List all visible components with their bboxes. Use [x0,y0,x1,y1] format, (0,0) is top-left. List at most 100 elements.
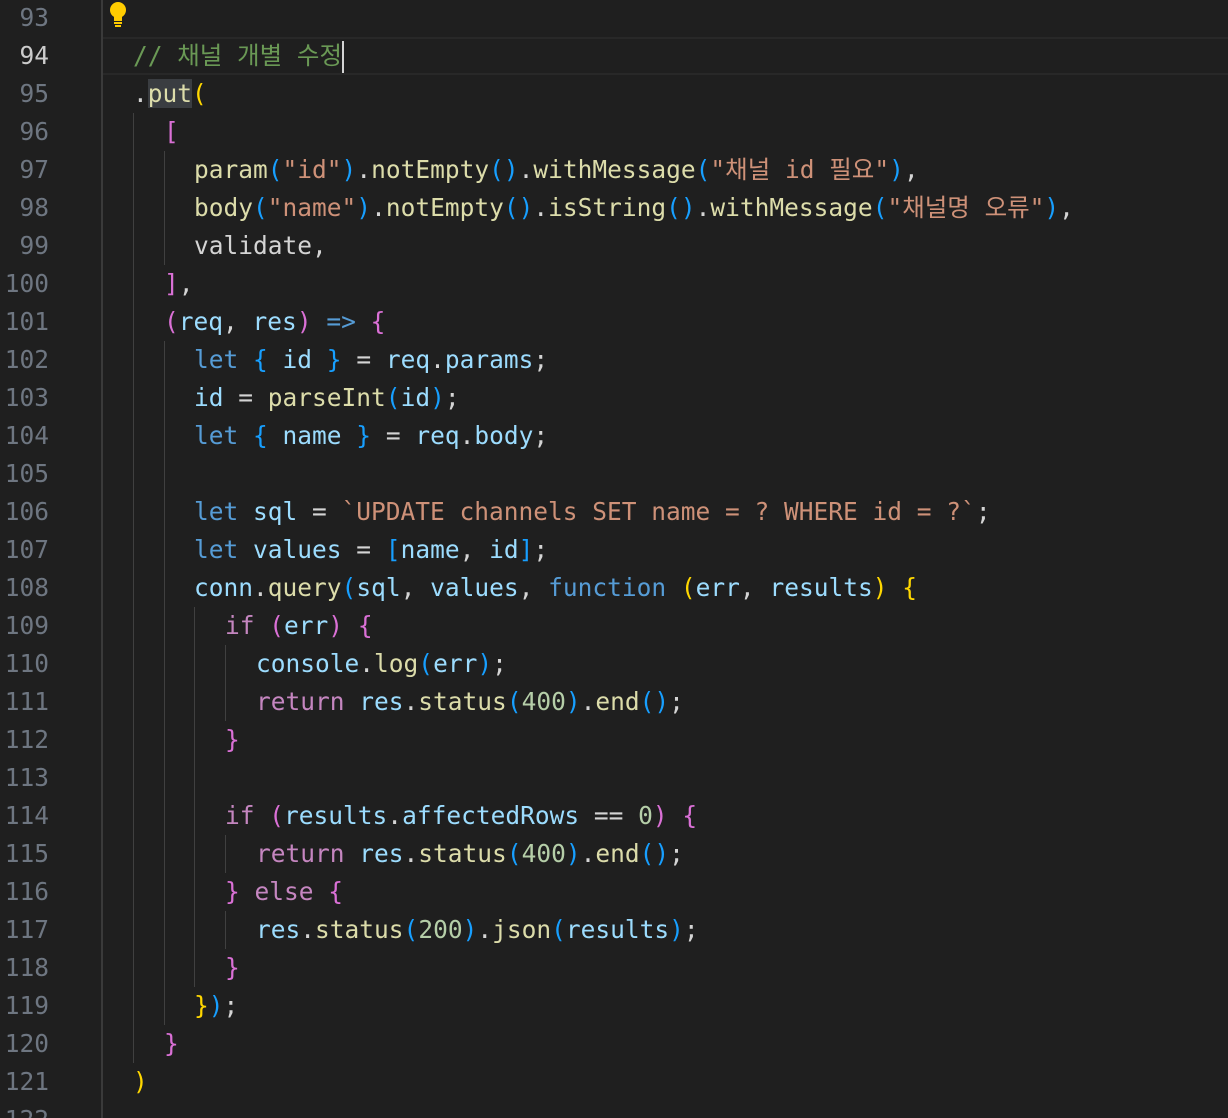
token-variable: res [344,839,404,868]
code-line[interactable]: 98 body("name").notEmpty().isString().wi… [0,189,1228,227]
token-bracket: ) [328,611,344,640]
token-bracket: () [639,839,670,868]
token-bracket: ) [296,307,312,336]
token-punct: ; [669,687,684,716]
code-line[interactable]: 104 let { name } = req.body; [0,417,1228,455]
token-variable: conn [194,573,254,602]
code-line-active[interactable]: 94 // 채널 개별 수정 [0,37,1228,75]
code-line[interactable]: 100 ], [0,265,1228,303]
token-punct: . [403,687,419,716]
token-number: 400 [521,687,566,716]
token-string: `UPDATE channels SET name = ? WHERE id =… [341,497,976,526]
line-number: 121 [4,1067,49,1096]
token-bracket: { [238,345,283,374]
token-bracket: ( [254,611,285,640]
token-punct: , [178,269,194,298]
token-variable: id [489,535,519,564]
token-operator: = [341,535,386,564]
token-variable: results [769,573,873,602]
code-line[interactable]: 115 return res.status(400).end(); [0,835,1228,873]
token-variable: body [474,421,534,450]
code-line[interactable]: 109 if (err) { [0,607,1228,645]
token-function: end [595,839,640,868]
code-line[interactable]: 101 (req, res) => { [0,303,1228,341]
line-number: 100 [4,269,49,298]
token-punct: . [253,573,268,602]
token-bracket: { [667,801,698,830]
token-punct: , [459,535,490,564]
token-punct: ; [223,991,239,1020]
code-line[interactable]: 112 } [0,721,1228,759]
line-number: 104 [4,421,49,450]
token-bracket: } [341,421,372,450]
code-line[interactable]: 113 [0,759,1228,797]
token-function: isString [548,193,667,222]
code-line[interactable]: 103 id = parseInt(id); [0,379,1228,417]
text-cursor [342,41,344,73]
token-punct: , [1059,193,1074,222]
code-line[interactable]: 108 conn.query(sql, values, function (er… [0,569,1228,607]
token-punct: . [430,345,445,374]
token-keyword: => [311,307,371,336]
code-line[interactable]: 121 ) [0,1063,1228,1101]
token-bracket: ) [133,1067,148,1096]
code-line[interactable]: 97 param("id").notEmpty().withMessage("채… [0,151,1228,189]
token-function: body [194,193,254,222]
token-variable: name [282,421,342,450]
token-bracket: [ [164,117,179,146]
token-function: status [418,839,507,868]
token-bracket: { [370,307,386,336]
token-punct: . [356,155,372,184]
token-identifier: validate, [194,231,327,260]
token-bracket: ) [889,155,904,184]
code-line[interactable]: 95 .put( [0,75,1228,113]
code-line[interactable]: 111 return res.status(400).end(); [0,683,1228,721]
token-punct: ; [444,383,460,412]
line-number: 102 [4,345,49,374]
token-function: withMessage [710,193,873,222]
code-line[interactable]: 107 let values = [name, id]; [0,531,1228,569]
token-bracket: ( [666,573,696,602]
token-keyword: let [194,535,239,564]
token-bracket: } [225,877,240,906]
token-variable: results [565,915,670,944]
token-bracket: } [225,953,240,982]
code-line[interactable]: 99 validate, [0,227,1228,265]
token-punct: . [371,193,386,222]
code-line[interactable]: 105 [0,455,1228,493]
code-line[interactable]: 116 } else { [0,873,1228,911]
token-number: 200 [418,915,463,944]
code-line[interactable]: 118 } [0,949,1228,987]
token-punct: ; [683,915,699,944]
code-line[interactable]: 122 [0,1101,1228,1118]
token-variable: err [695,573,740,602]
code-line[interactable]: 110 console.log(err); [0,645,1228,683]
token-bracket: ( [506,687,522,716]
line-number: 109 [4,611,49,640]
code-line[interactable]: 106 let sql = `UPDATE channels SET name … [0,493,1228,531]
token-variable: params [444,345,534,374]
line-number: 106 [4,497,49,526]
token-operator: = [341,345,386,374]
token-bracket: ( [418,649,434,678]
code-line[interactable]: 120 } [0,1025,1228,1063]
line-number: 99 [19,231,49,260]
code-line[interactable]: 119 }); [0,987,1228,1025]
token-bracket: ( [551,915,566,944]
line-number: 115 [4,839,49,868]
token-bracket: () [503,193,534,222]
token-function: parseInt [267,383,386,412]
token-punct: . [359,649,375,678]
code-line[interactable]: 96 [ [0,113,1228,151]
line-number: 103 [4,383,49,412]
code-line[interactable]: 117 res.status(200).json(results); [0,911,1228,949]
code-line[interactable]: 102 let { id } = req.params; [0,341,1228,379]
code-line[interactable]: 93 [0,0,1228,37]
token-function: param [194,155,268,184]
token-variable: res [256,915,301,944]
code-line[interactable]: 114 if (results.affectedRows == 0) { [0,797,1228,835]
token-variable: id [282,345,313,374]
token-bracket: ) [208,991,224,1020]
token-operator: = [223,383,268,412]
code-editor[interactable]: 93 94 // 채널 개별 수정 95 .put( 96 [ 97 param… [0,0,1228,1118]
